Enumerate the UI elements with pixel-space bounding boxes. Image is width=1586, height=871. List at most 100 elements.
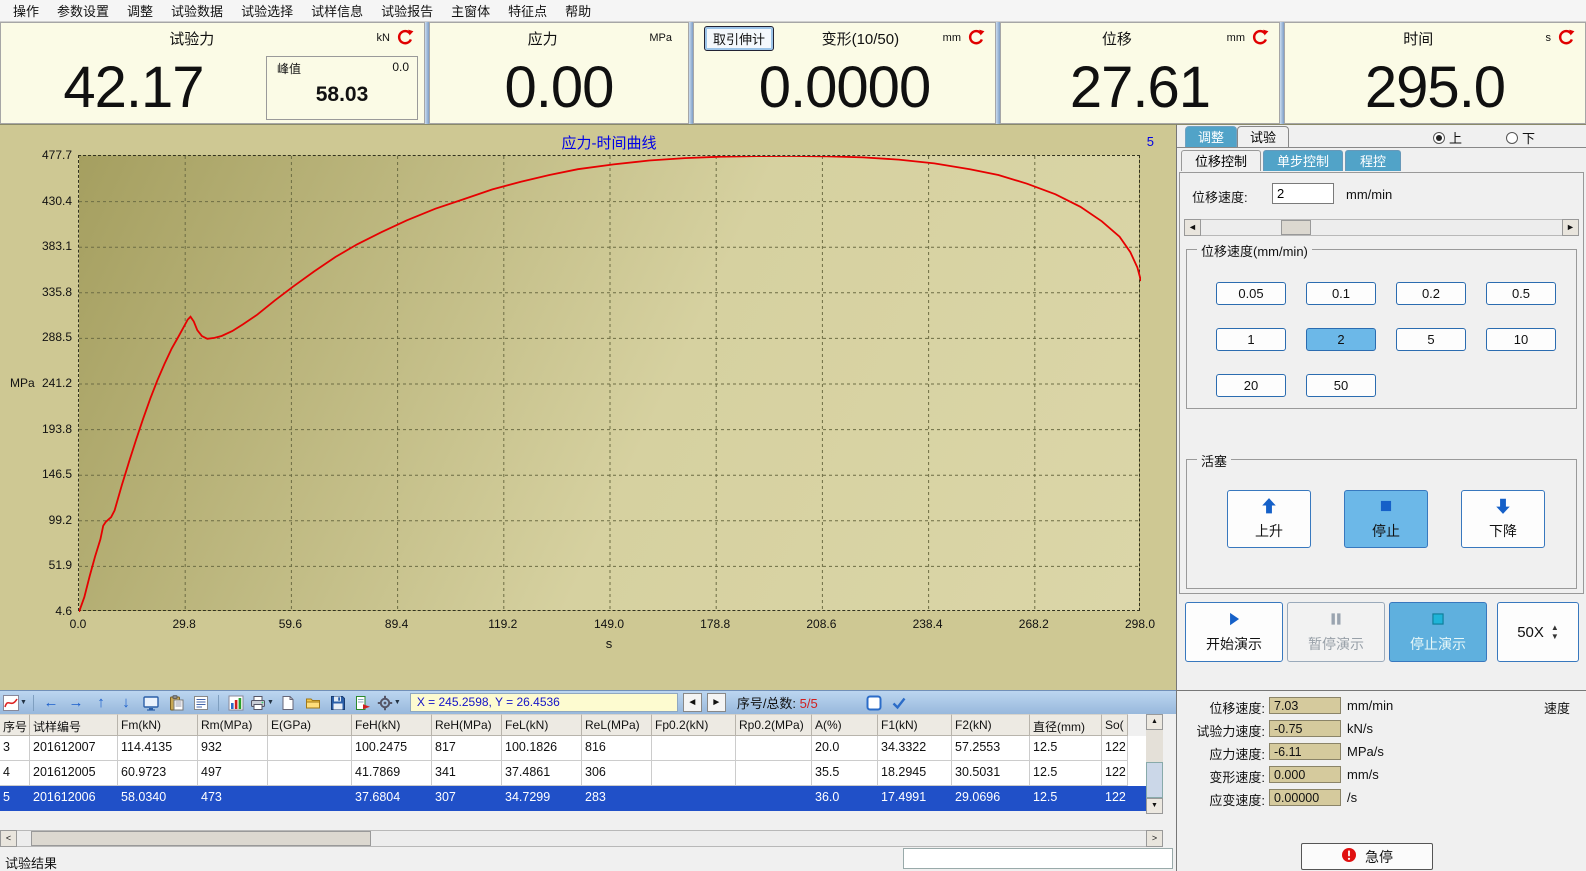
table-horizontal-scrollbar[interactable]: < > xyxy=(0,830,1163,847)
cell: 201612006 xyxy=(30,786,118,811)
cell xyxy=(652,736,736,761)
dropdown-caret-icon[interactable]: ▼ xyxy=(267,699,274,706)
x-tick-119.2: 119.2 xyxy=(471,617,535,631)
cell xyxy=(736,736,812,761)
column-header-11: A(%) xyxy=(812,714,878,736)
checkbox-icon[interactable] xyxy=(863,693,885,713)
speed-option-0.1[interactable]: 0.1 xyxy=(1306,282,1376,305)
save-button[interactable] xyxy=(327,693,349,713)
force-refresh-icon[interactable] xyxy=(396,29,414,47)
time-refresh-icon[interactable] xyxy=(1557,29,1575,47)
piston-up-button[interactable]: 上升 xyxy=(1227,490,1311,548)
pause-demo-button[interactable]: 暂停演示 xyxy=(1287,602,1385,662)
subtab-program-control[interactable]: 程控 xyxy=(1345,150,1401,171)
menu-item-3[interactable]: 试验数据 xyxy=(162,0,232,22)
open-file-button[interactable] xyxy=(302,693,324,713)
new-file-button[interactable] xyxy=(277,693,299,713)
strain-speed-label: 应变速度: xyxy=(1183,790,1265,809)
radio-down[interactable]: 下 xyxy=(1506,128,1535,147)
menu-item-0[interactable]: 操作 xyxy=(4,0,48,22)
extensometer-button[interactable]: 取引伸计 xyxy=(704,26,774,51)
peak-box: 峰值 0.0 58.03 xyxy=(266,56,418,120)
nav-right-button[interactable]: → xyxy=(65,693,87,713)
stop-demo-button[interactable]: 停止演示 xyxy=(1389,602,1487,662)
column-header-0: 序号 xyxy=(0,714,30,736)
next-record-button[interactable]: ► xyxy=(707,693,726,712)
prev-record-button[interactable]: ◄ xyxy=(683,693,702,712)
dropdown-caret-icon[interactable]: ▼ xyxy=(20,699,27,706)
subtab-displacement-control[interactable]: 位移控制 xyxy=(1181,150,1261,171)
table-vertical-scrollbar[interactable]: ▲ ▼ xyxy=(1146,714,1163,814)
paste-button[interactable] xyxy=(165,693,187,713)
start-demo-button[interactable]: 开始演示 xyxy=(1185,602,1283,662)
speed-option-0.5[interactable]: 0.5 xyxy=(1486,282,1556,305)
radio-up[interactable]: 上 xyxy=(1433,128,1462,147)
hscroll-track[interactable] xyxy=(17,830,1146,847)
menu-item-6[interactable]: 试验报告 xyxy=(372,0,442,22)
scrollbar-thumb[interactable] xyxy=(1281,220,1311,235)
subtab-step-control[interactable]: 单步控制 xyxy=(1263,150,1343,171)
scroll-up-icon[interactable]: ▲ xyxy=(1146,714,1163,730)
check-icon[interactable] xyxy=(888,693,910,713)
scroll-right-icon[interactable]: ► xyxy=(1562,219,1579,236)
speed-option-0.2[interactable]: 0.2 xyxy=(1396,282,1466,305)
menu-item-2[interactable]: 调整 xyxy=(118,0,162,22)
nav-down-button[interactable]: ↓ xyxy=(115,693,137,713)
menu-item-4[interactable]: 试验选择 xyxy=(232,0,302,22)
hscroll-thumb[interactable] xyxy=(31,831,371,846)
menu-item-7[interactable]: 主窗体 xyxy=(442,0,499,22)
menu-item-1[interactable]: 参数设置 xyxy=(48,0,118,22)
speed-option-2[interactable]: 2 xyxy=(1306,328,1376,351)
notes-button[interactable] xyxy=(190,693,212,713)
strain-speed-row: 应变速度:0.00000/s xyxy=(1183,789,1580,807)
menu-item-8[interactable]: 特征点 xyxy=(499,0,556,22)
button-label: 下降 xyxy=(1489,521,1517,541)
tools-button[interactable]: ▼ xyxy=(377,693,401,713)
monitor-button[interactable] xyxy=(140,693,162,713)
speed-options-group: 位移速度(mm/min) 0.050.10.20.5125102050 xyxy=(1186,249,1577,409)
table-row-5[interactable]: 520161200658.034047337.680430734.7299283… xyxy=(0,786,1146,811)
table-row-4[interactable]: 420161200560.972349741.786934137.4861306… xyxy=(0,761,1146,786)
x-tick-59.6: 59.6 xyxy=(258,617,322,631)
print-button[interactable]: ▼ xyxy=(250,693,274,713)
scroll-left-icon[interactable]: ◄ xyxy=(1184,219,1201,236)
tab-test[interactable]: 试验 xyxy=(1237,126,1289,147)
speed-multiplier-button[interactable]: 50X ▲▼ xyxy=(1497,602,1579,662)
dropdown-caret-icon[interactable]: ▼ xyxy=(394,699,401,706)
piston-group: 活塞 上升停止下降 xyxy=(1186,459,1577,589)
scroll-down-icon[interactable]: ▼ xyxy=(1146,798,1163,814)
emergency-stop-button[interactable]: 急停 xyxy=(1301,843,1433,870)
tab-adjust[interactable]: 调整 xyxy=(1185,126,1237,147)
speed-scrollbar[interactable]: ◄ ► xyxy=(1184,219,1579,236)
curve-style-button[interactable]: ▼ xyxy=(3,693,27,713)
displacement-refresh-icon[interactable] xyxy=(1251,29,1269,47)
chart-button[interactable] xyxy=(225,693,247,713)
nav-left-button[interactable]: ← xyxy=(40,693,62,713)
speed-input[interactable] xyxy=(1272,183,1334,204)
menu-item-9[interactable]: 帮助 xyxy=(556,0,600,22)
piston-down-button[interactable]: 下降 xyxy=(1461,490,1545,548)
hscroll-right-icon[interactable]: > xyxy=(1146,830,1163,847)
speed-option-1[interactable]: 1 xyxy=(1216,328,1286,351)
record-index-value: 5/5 xyxy=(800,696,818,711)
speed-option-50[interactable]: 50 xyxy=(1306,374,1376,397)
column-header-13: F2(kN) xyxy=(952,714,1030,736)
deformation-refresh-icon[interactable] xyxy=(967,29,985,47)
vscroll-thumb[interactable] xyxy=(1146,762,1163,798)
piston-stop-button[interactable]: 停止 xyxy=(1344,490,1428,548)
vscroll-track[interactable] xyxy=(1146,730,1163,798)
speed-option-0.05[interactable]: 0.05 xyxy=(1216,282,1286,305)
nav-up-button[interactable]: ↑ xyxy=(90,693,112,713)
export-button[interactable] xyxy=(352,693,374,713)
plot-region[interactable] xyxy=(78,155,1140,611)
menu-item-5[interactable]: 试样信息 xyxy=(302,0,372,22)
table-row-3[interactable]: 3201612007114.4135932100.2475817100.1826… xyxy=(0,736,1146,761)
spinner-icon[interactable]: ▲▼ xyxy=(1551,623,1559,641)
hscroll-left-icon[interactable]: < xyxy=(0,830,17,847)
speed-option-10[interactable]: 10 xyxy=(1486,328,1556,351)
scrollbar-track[interactable] xyxy=(1201,219,1562,236)
deformation-speed-label: 变形速度: xyxy=(1183,767,1265,786)
speed-option-20[interactable]: 20 xyxy=(1216,374,1286,397)
button-label: 停止演示 xyxy=(1410,634,1466,654)
speed-option-5[interactable]: 5 xyxy=(1396,328,1466,351)
